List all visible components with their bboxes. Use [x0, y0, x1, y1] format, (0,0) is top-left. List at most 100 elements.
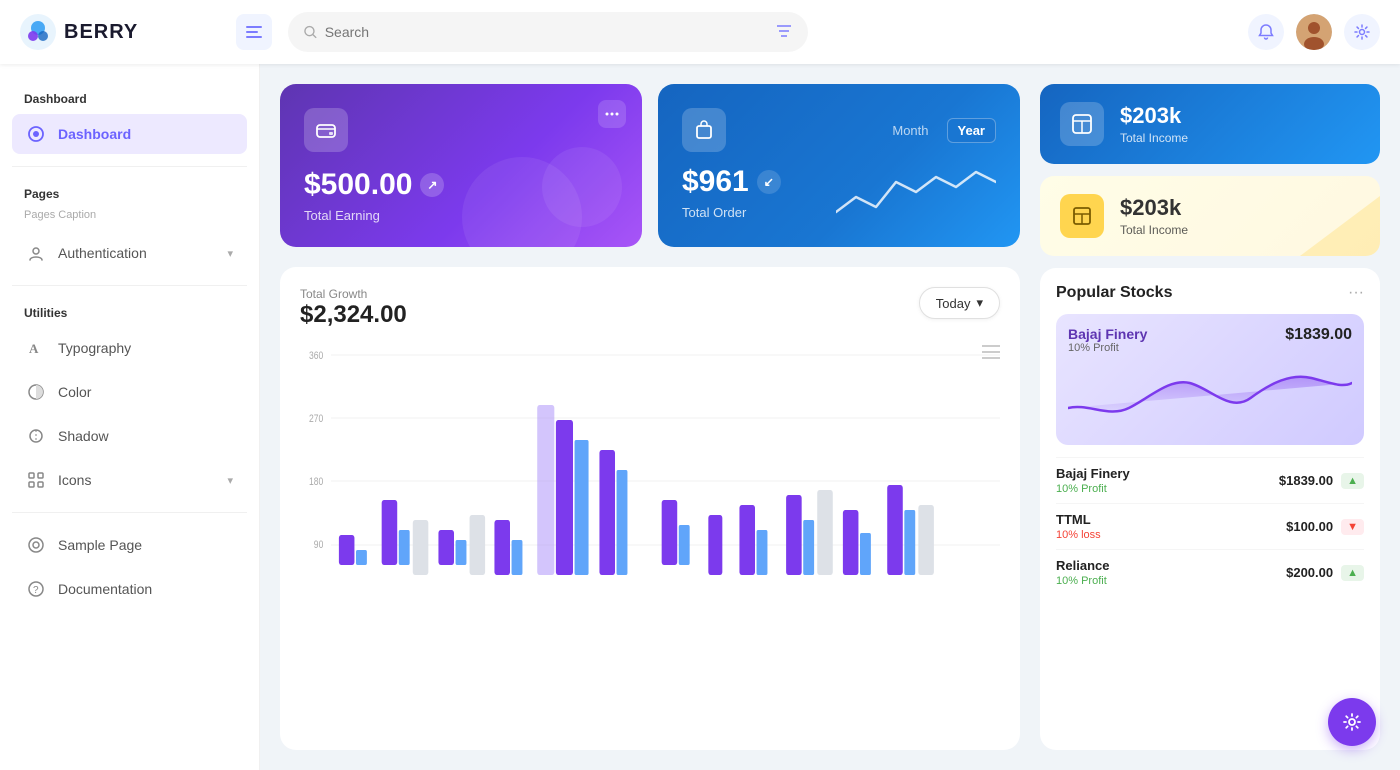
- stock-3-trend-icon: ▲: [1341, 565, 1364, 581]
- card-earning: $500.00 ↗ Total Earning: [280, 84, 642, 247]
- chart-title-group: Total Growth $2,324.00: [300, 287, 407, 329]
- notification-button[interactable]: [1248, 14, 1284, 50]
- earning-card-menu-button[interactable]: [598, 100, 626, 128]
- icons-icon: [26, 470, 46, 490]
- order-label: Total Order: [682, 205, 781, 220]
- search-input[interactable]: [325, 24, 768, 40]
- sidebar-item-label-dashboard: Dashboard: [58, 126, 131, 142]
- earning-arrow-icon: ↗: [420, 173, 444, 197]
- header-right: [1248, 14, 1380, 50]
- income-yellow-value: $203k: [1120, 195, 1188, 221]
- logo-text: BERRY: [64, 21, 138, 44]
- search-icon: [304, 25, 317, 39]
- filter-icon: [776, 24, 792, 38]
- stock-2-name: TTML: [1056, 512, 1101, 527]
- income-blue-icon: [1060, 102, 1104, 146]
- stock-2-status: 10% loss: [1056, 529, 1101, 541]
- stocks-title: Popular Stocks: [1056, 284, 1172, 302]
- stock-1-name: Bajaj Finery: [1056, 466, 1130, 481]
- sidebar-item-typography[interactable]: A Typography: [12, 328, 247, 368]
- stock-1-trend-icon: ▲: [1341, 473, 1364, 489]
- search-filter-button[interactable]: [776, 24, 792, 41]
- bell-icon: [1258, 24, 1274, 40]
- year-tab-button[interactable]: Year: [947, 118, 996, 143]
- logo-icon: [20, 14, 56, 50]
- chart-header: Total Growth $2,324.00 Today ▾: [300, 287, 1000, 329]
- sidebar-item-label-sample: Sample Page: [58, 537, 142, 553]
- svg-text:A: A: [29, 341, 39, 356]
- settings-button[interactable]: [1344, 14, 1380, 50]
- sidebar-item-dashboard[interactable]: Dashboard: [12, 114, 247, 154]
- earning-card-icon: [304, 108, 348, 152]
- income-blue-value: $203k: [1120, 103, 1188, 129]
- featured-stock-top: Bajaj Finery 10% Profit $1839.00: [1068, 326, 1352, 354]
- income-yellow-label: Total Income: [1120, 223, 1188, 237]
- today-filter-button[interactable]: Today ▾: [919, 287, 1000, 319]
- sidebar-item-authentication[interactable]: Authentication ▾: [12, 233, 247, 273]
- sidebar-item-label-icons: Icons: [58, 472, 91, 488]
- stock-1-price: $1839.00: [1279, 473, 1333, 488]
- content-right: $203k Total Income $203k Total Income: [1040, 84, 1380, 750]
- fab-settings-button[interactable]: [1328, 698, 1376, 746]
- sidebar-item-sample-page[interactable]: Sample Page: [12, 525, 247, 565]
- month-tab-button[interactable]: Month: [882, 119, 938, 142]
- order-card-header: Month Year: [682, 108, 996, 152]
- stock-2-right: $100.00 ▼: [1286, 519, 1364, 535]
- main-layout: Dashboard Dashboard Pages Pages Caption …: [0, 64, 1400, 770]
- stocks-menu-button[interactable]: ···: [1348, 284, 1364, 302]
- earning-amount: $500.00 ↗: [304, 168, 618, 202]
- shadow-icon: [26, 426, 46, 446]
- sidebar-divider-2: [12, 285, 247, 286]
- avatar-image: [1296, 14, 1332, 50]
- stock-3-status: 10% Profit: [1056, 575, 1109, 587]
- svg-text:?: ?: [33, 585, 39, 596]
- hamburger-button[interactable]: [236, 14, 272, 50]
- typography-icon: A: [26, 338, 46, 358]
- sidebar-item-shadow[interactable]: Shadow: [12, 416, 247, 456]
- income-yellow-text: $203k Total Income: [1120, 195, 1188, 237]
- sidebar-section-pages: Pages: [12, 179, 247, 205]
- search-bar: [288, 12, 808, 52]
- auth-chevron-icon: ▾: [227, 247, 233, 260]
- header: BERRY: [0, 0, 1400, 64]
- chart-menu-button[interactable]: [982, 345, 1000, 364]
- order-tabs: Month Year: [882, 118, 996, 143]
- card-order: Month Year $961 ↙ Total Order: [658, 84, 1020, 247]
- menu-icon: [982, 345, 1000, 359]
- svg-text:180: 180: [309, 476, 324, 488]
- featured-stock-name: Bajaj Finery: [1068, 326, 1147, 342]
- sidebar-item-label-shadow: Shadow: [58, 428, 109, 444]
- sidebar-divider-1: [12, 166, 247, 167]
- stock-1-right: $1839.00 ▲: [1279, 473, 1364, 489]
- sidebar-item-label-typography: Typography: [58, 340, 131, 356]
- order-card-icon: [682, 108, 726, 152]
- order-mini-chart: [836, 162, 996, 222]
- income-blue-text: $203k Total Income: [1120, 103, 1188, 145]
- sidebar-item-icons[interactable]: Icons ▾: [12, 460, 247, 500]
- logo: BERRY: [20, 14, 220, 50]
- chart-area: 360 270 180 90: [300, 345, 1000, 625]
- featured-stock: Bajaj Finery 10% Profit $1839.00: [1056, 314, 1364, 445]
- auth-icon: [26, 243, 46, 263]
- icons-chevron-icon: ▾: [227, 474, 233, 487]
- mini-card-income-yellow: $203k Total Income: [1040, 176, 1380, 256]
- sidebar-item-documentation[interactable]: ? Documentation: [12, 569, 247, 609]
- stock-1-info: Bajaj Finery 10% Profit: [1056, 466, 1130, 495]
- order-arrow-icon: ↙: [757, 170, 781, 194]
- chart-card: Total Growth $2,324.00 Today ▾: [280, 267, 1020, 750]
- sidebar-item-color[interactable]: Color: [12, 372, 247, 412]
- avatar[interactable]: [1296, 14, 1332, 50]
- featured-stock-price: $1839.00: [1285, 326, 1352, 344]
- svg-text:270: 270: [309, 413, 324, 425]
- stocks-card: Popular Stocks ··· Bajaj Finery 10% Prof…: [1040, 268, 1380, 750]
- sidebar: Dashboard Dashboard Pages Pages Caption …: [0, 64, 260, 770]
- stock-3-name: Reliance: [1056, 558, 1109, 573]
- order-amount: $961 ↙: [682, 165, 781, 199]
- stock-3-right: $200.00 ▲: [1286, 565, 1364, 581]
- table-icon: [1071, 113, 1093, 135]
- mini-card-income-blue: $203k Total Income: [1040, 84, 1380, 164]
- stock-3-info: Reliance 10% Profit: [1056, 558, 1109, 587]
- income-yellow-icon: [1060, 194, 1104, 238]
- shopping-bag-icon: [693, 119, 715, 141]
- documentation-icon: ?: [26, 579, 46, 599]
